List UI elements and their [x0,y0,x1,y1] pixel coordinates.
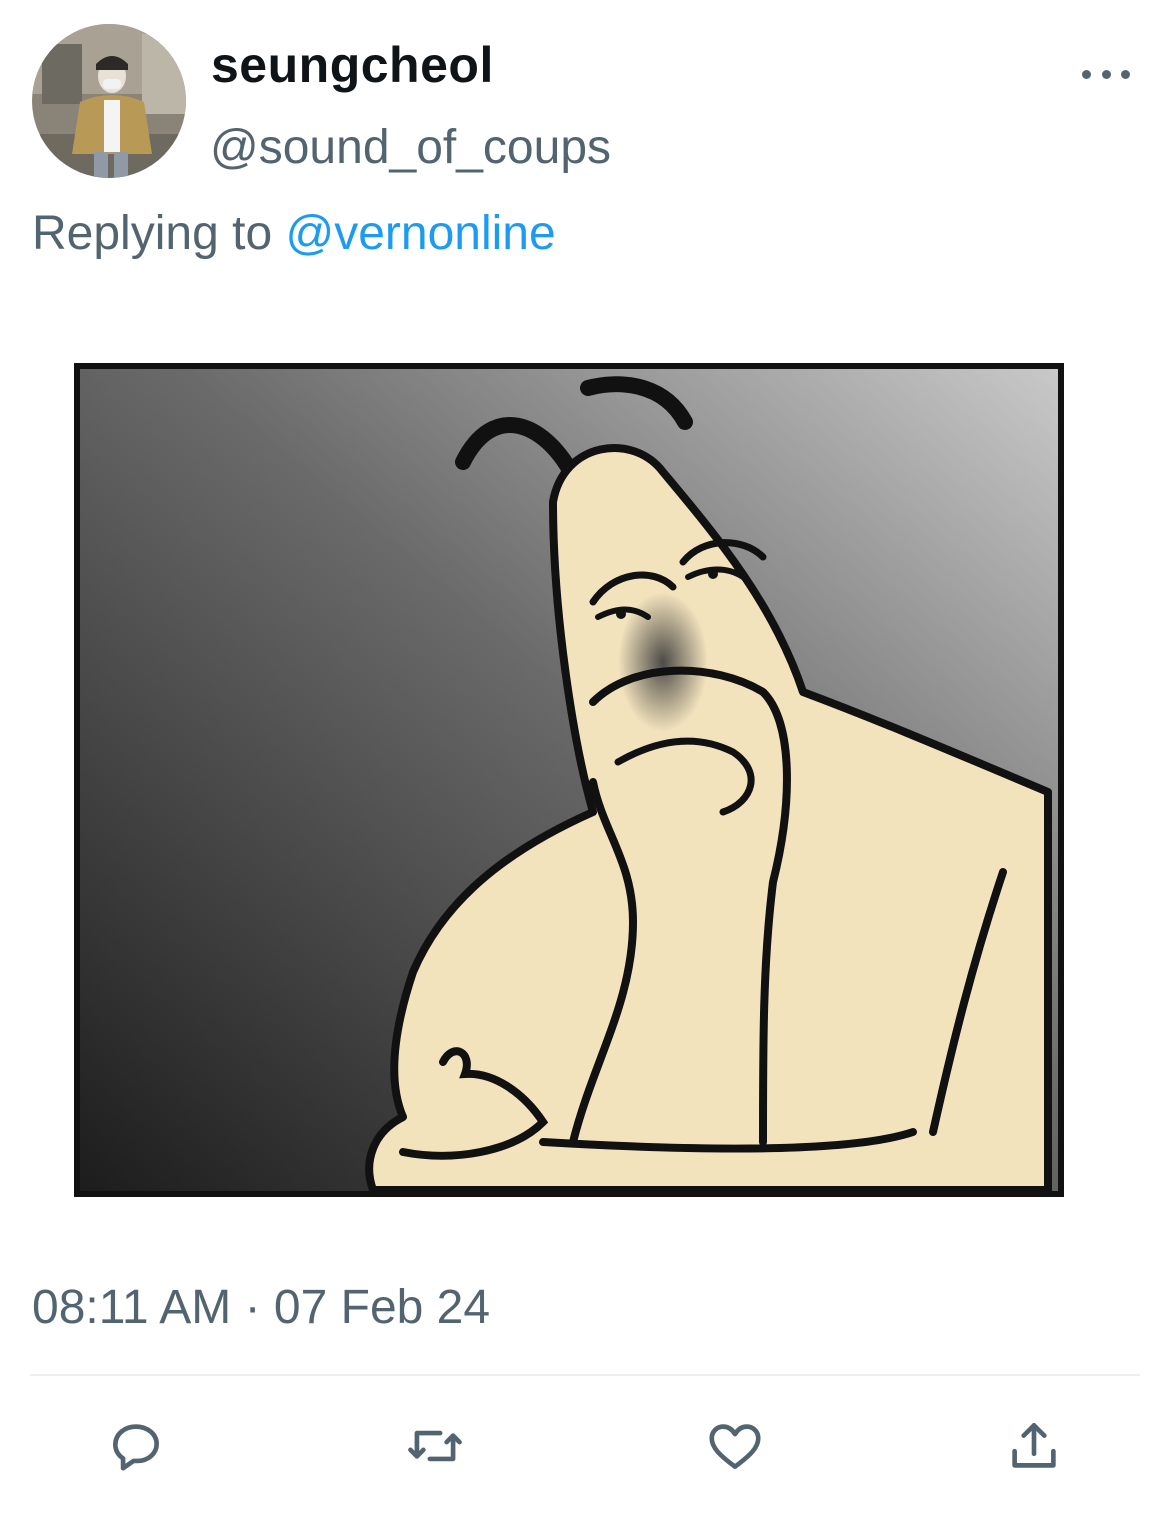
share-button[interactable] [992,1404,1076,1488]
tweet-media-image[interactable] [73,362,1065,1198]
like-button[interactable] [693,1404,777,1488]
reply-mention-link[interactable]: @vernonline [285,207,555,260]
more-options-button[interactable] [1082,58,1130,90]
thinking-meme-illustration [74,363,1064,1197]
retweet-icon [408,1430,462,1462]
tweet-timestamp[interactable]: 08:11 AM · 07 Feb 24 [32,1280,490,1335]
more-dot-icon [1121,69,1130,79]
reply-context: Replying to @vernonline [32,206,556,261]
avatar[interactable] [32,24,186,178]
action-bar [0,1404,1170,1494]
divider [30,1374,1140,1376]
author-handle[interactable]: @sound_of_coups [210,120,611,175]
reply-button[interactable] [94,1404,178,1488]
tweet-detail: seungcheol @sound_of_coups Replying to @… [0,0,1170,1539]
author-display-name[interactable]: seungcheol [211,36,494,94]
retweet-button[interactable] [393,1404,477,1488]
share-icon [1012,1423,1056,1468]
more-dot-icon [1101,69,1111,79]
like-icon [709,1424,761,1469]
avatar-photo [32,24,186,178]
reply-icon [113,1424,159,1471]
more-dot-icon [1082,69,1091,79]
reply-prefix: Replying to [32,207,273,260]
